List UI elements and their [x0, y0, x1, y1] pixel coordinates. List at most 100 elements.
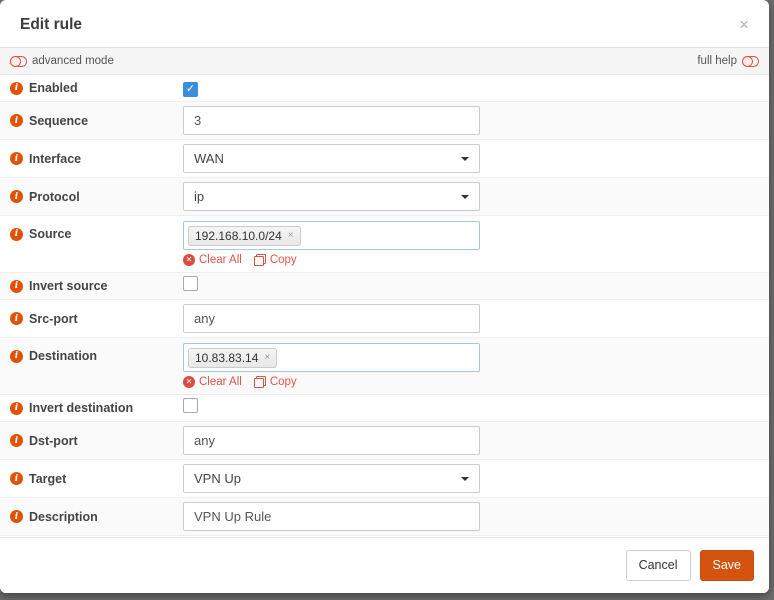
target-select[interactable]: VPN Up [183, 464, 480, 493]
destination-token-input[interactable]: 10.83.83.14 × [183, 343, 480, 372]
source-token-value: 192.168.10.0/24 [195, 228, 282, 243]
toggle-off-icon [10, 55, 27, 67]
destination-token-actions: ✕ Clear All Copy [183, 376, 769, 388]
copy-label: Copy [269, 254, 297, 266]
label-cell-dst-port: i Dst-port [10, 434, 183, 448]
form-row-target: i Target VPN Up [0, 460, 769, 498]
destination-token: 10.83.83.14 × [188, 347, 278, 368]
clear-all-label: Clear All [199, 376, 242, 388]
copy-icon [253, 254, 266, 266]
label-cell-description: i Description [10, 510, 183, 524]
field-label-src-port: Src-port [29, 311, 78, 326]
target-select-value: VPN Up [194, 471, 241, 486]
info-icon[interactable]: i [10, 279, 23, 293]
label-cell-invert-destination: i Invert destination [10, 401, 183, 415]
label-cell-sequence: i Sequence [10, 114, 183, 128]
info-icon[interactable]: i [10, 401, 23, 415]
full-help-toggle[interactable]: full help [697, 55, 759, 67]
enabled-checkbox[interactable]: ✓ [183, 82, 198, 97]
form-row-dst-port: i Dst-port [0, 422, 769, 460]
field-label-sequence: Sequence [29, 113, 89, 128]
protocol-select[interactable]: ip [183, 182, 480, 211]
destination-copy-link[interactable]: Copy [253, 376, 297, 388]
destination-clear-all-link[interactable]: ✕ Clear All [183, 376, 242, 388]
info-icon[interactable]: i [10, 227, 23, 241]
source-token-input[interactable]: 192.168.10.0/24 × [183, 221, 480, 250]
form-row-invert-source: i Invert source [0, 273, 769, 300]
source-token-actions: ✕ Clear All Copy [183, 254, 769, 266]
clear-all-label: Clear All [199, 254, 242, 266]
save-button[interactable]: Save [699, 550, 754, 581]
control-cell-description [183, 502, 769, 531]
advanced-mode-toggle[interactable]: advanced mode [10, 55, 114, 67]
field-label-description: Description [29, 509, 98, 524]
info-icon[interactable]: i [10, 114, 23, 127]
info-icon[interactable]: i [10, 152, 23, 165]
chevron-down-icon [461, 476, 469, 481]
help-mode-bar: advanced mode full help [0, 48, 769, 75]
control-cell-interface: WAN [183, 144, 769, 173]
advanced-mode-label: advanced mode [32, 55, 114, 67]
info-icon[interactable]: i [10, 190, 23, 203]
field-label-interface: Interface [29, 151, 82, 166]
remove-token-icon[interactable]: × [264, 352, 270, 363]
rule-form: i Enabled ✓ i Sequence i Interface WAN i Protocol… [0, 75, 769, 537]
protocol-select-value: ip [194, 189, 205, 204]
times-circle-icon: ✕ [183, 376, 195, 388]
field-label-protocol: Protocol [29, 189, 80, 204]
control-cell-destination: 10.83.83.14 × ✕ Clear All Copy [183, 338, 769, 388]
control-cell-invert-source [183, 276, 769, 296]
label-cell-interface: i Interface [10, 152, 183, 166]
form-row-sequence: i Sequence [0, 102, 769, 140]
times-circle-icon: ✕ [183, 254, 195, 266]
dialog-title: Edit rule [20, 16, 83, 33]
form-row-src-port: i Src-port [0, 300, 769, 338]
page-backdrop: { "modal": { "title": "Edit rule", "clos… [0, 0, 774, 600]
chevron-down-icon [461, 156, 469, 161]
source-token: 192.168.10.0/24 × [188, 225, 301, 246]
field-label-enabled: Enabled [29, 81, 78, 95]
control-cell-source: 192.168.10.0/24 × ✕ Clear All Copy [183, 216, 769, 266]
form-row-destination: i Destination 10.83.83.14 × ✕ Clear All Copy [0, 338, 769, 395]
control-cell-invert-destination [183, 398, 769, 418]
description-input[interactable] [183, 502, 480, 531]
invert-source-checkbox[interactable] [183, 276, 198, 291]
close-icon[interactable]: × [735, 12, 753, 37]
label-cell-source: i Source [10, 216, 183, 241]
source-copy-link[interactable]: Copy [253, 254, 297, 266]
control-cell-sequence [183, 106, 769, 135]
src-port-input[interactable] [183, 304, 480, 333]
destination-token-value: 10.83.83.14 [195, 350, 259, 365]
form-row-source: i Source 192.168.10.0/24 × ✕ Clear All Copy [0, 216, 769, 273]
cancel-button[interactable]: Cancel [625, 550, 691, 581]
field-label-target: Target [29, 471, 67, 486]
source-clear-all-link[interactable]: ✕ Clear All [183, 254, 242, 266]
dialog-header: Edit rule × [0, 0, 769, 48]
interface-select[interactable]: WAN [183, 144, 480, 173]
control-cell-dst-port [183, 426, 769, 455]
dst-port-input[interactable] [183, 426, 480, 455]
field-label-invert-destination: Invert destination [29, 401, 134, 415]
interface-select-value: WAN [194, 151, 224, 166]
copy-label: Copy [269, 376, 297, 388]
info-icon[interactable]: i [10, 472, 23, 485]
label-cell-enabled: i Enabled [10, 81, 183, 95]
remove-token-icon[interactable]: × [288, 230, 294, 241]
control-cell-protocol: ip [183, 182, 769, 211]
info-icon[interactable]: i [10, 510, 23, 523]
label-cell-src-port: i Src-port [10, 312, 183, 326]
form-row-description: i Description [0, 498, 769, 536]
field-label-destination: Destination [29, 349, 98, 363]
label-cell-destination: i Destination [10, 338, 183, 363]
info-icon[interactable]: i [10, 81, 23, 95]
form-row-enabled: i Enabled ✓ [0, 75, 769, 102]
form-row-protocol: i Protocol ip [0, 178, 769, 216]
invert-destination-checkbox[interactable] [183, 398, 198, 413]
info-icon[interactable]: i [10, 349, 23, 363]
info-icon[interactable]: i [10, 312, 23, 325]
sequence-input[interactable] [183, 106, 480, 135]
chevron-down-icon [461, 194, 469, 199]
toggle-off-icon [742, 55, 759, 67]
full-help-label: full help [697, 55, 737, 67]
info-icon[interactable]: i [10, 434, 23, 447]
